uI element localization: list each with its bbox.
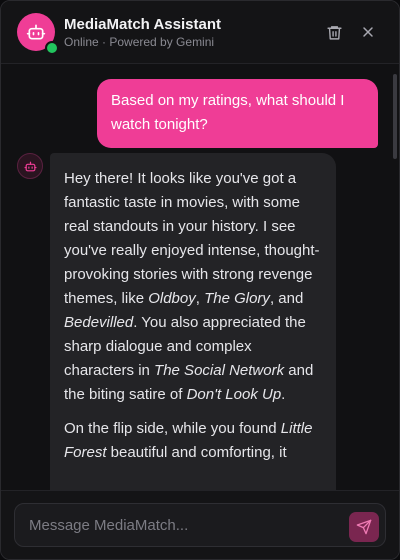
message-text: On the flip side, while you found — [64, 420, 281, 437]
robot-icon — [23, 161, 37, 171]
message-text: , — [195, 290, 205, 307]
assistant-paragraph: Hey there! It looks like you've got a fa… — [64, 167, 322, 407]
online-status-dot — [45, 41, 59, 55]
chat-header: MediaMatch Assistant Online · Powered by… — [1, 1, 399, 64]
chat-window: MediaMatch Assistant Online · Powered by… — [0, 0, 400, 560]
chat-scrollbar[interactable] — [393, 74, 397, 159]
close-icon — [363, 27, 373, 37]
movie-title: The Glory — [204, 290, 270, 307]
message-text: Hey there! It looks like you've got a fa… — [64, 170, 320, 307]
message-list[interactable]: Based on my ratings, what should I watch… — [1, 64, 399, 490]
assistant-message: Hey there! It looks like you've got a fa… — [50, 153, 336, 490]
message-input-container — [14, 503, 386, 547]
message-input[interactable] — [29, 504, 329, 546]
send-button[interactable] — [349, 512, 379, 542]
delete-chat-button[interactable] — [323, 21, 345, 43]
assistant-status-text: Online · Powered by Gemini — [64, 35, 215, 49]
movie-title: Bedevilled — [64, 314, 134, 331]
user-message: Based on my ratings, what should I watch… — [97, 79, 378, 148]
robot-icon — [26, 24, 46, 40]
trash-icon — [326, 25, 342, 40]
movie-title: Oldboy — [148, 290, 196, 307]
send-icon — [356, 519, 372, 535]
message-text: . — [281, 386, 286, 403]
movie-title: The Social Network — [154, 362, 285, 379]
assistant-name: MediaMatch Assistant — [64, 16, 221, 33]
close-chat-button[interactable] — [357, 21, 379, 43]
assistant-paragraph: On the flip side, while you found Little… — [64, 417, 322, 465]
message-text: , and — [269, 290, 304, 307]
message-text: beautiful and comforting, it — [106, 444, 287, 461]
movie-title: Don't Look Up — [186, 386, 282, 403]
composer — [1, 490, 399, 559]
assistant-message-avatar — [17, 153, 43, 179]
